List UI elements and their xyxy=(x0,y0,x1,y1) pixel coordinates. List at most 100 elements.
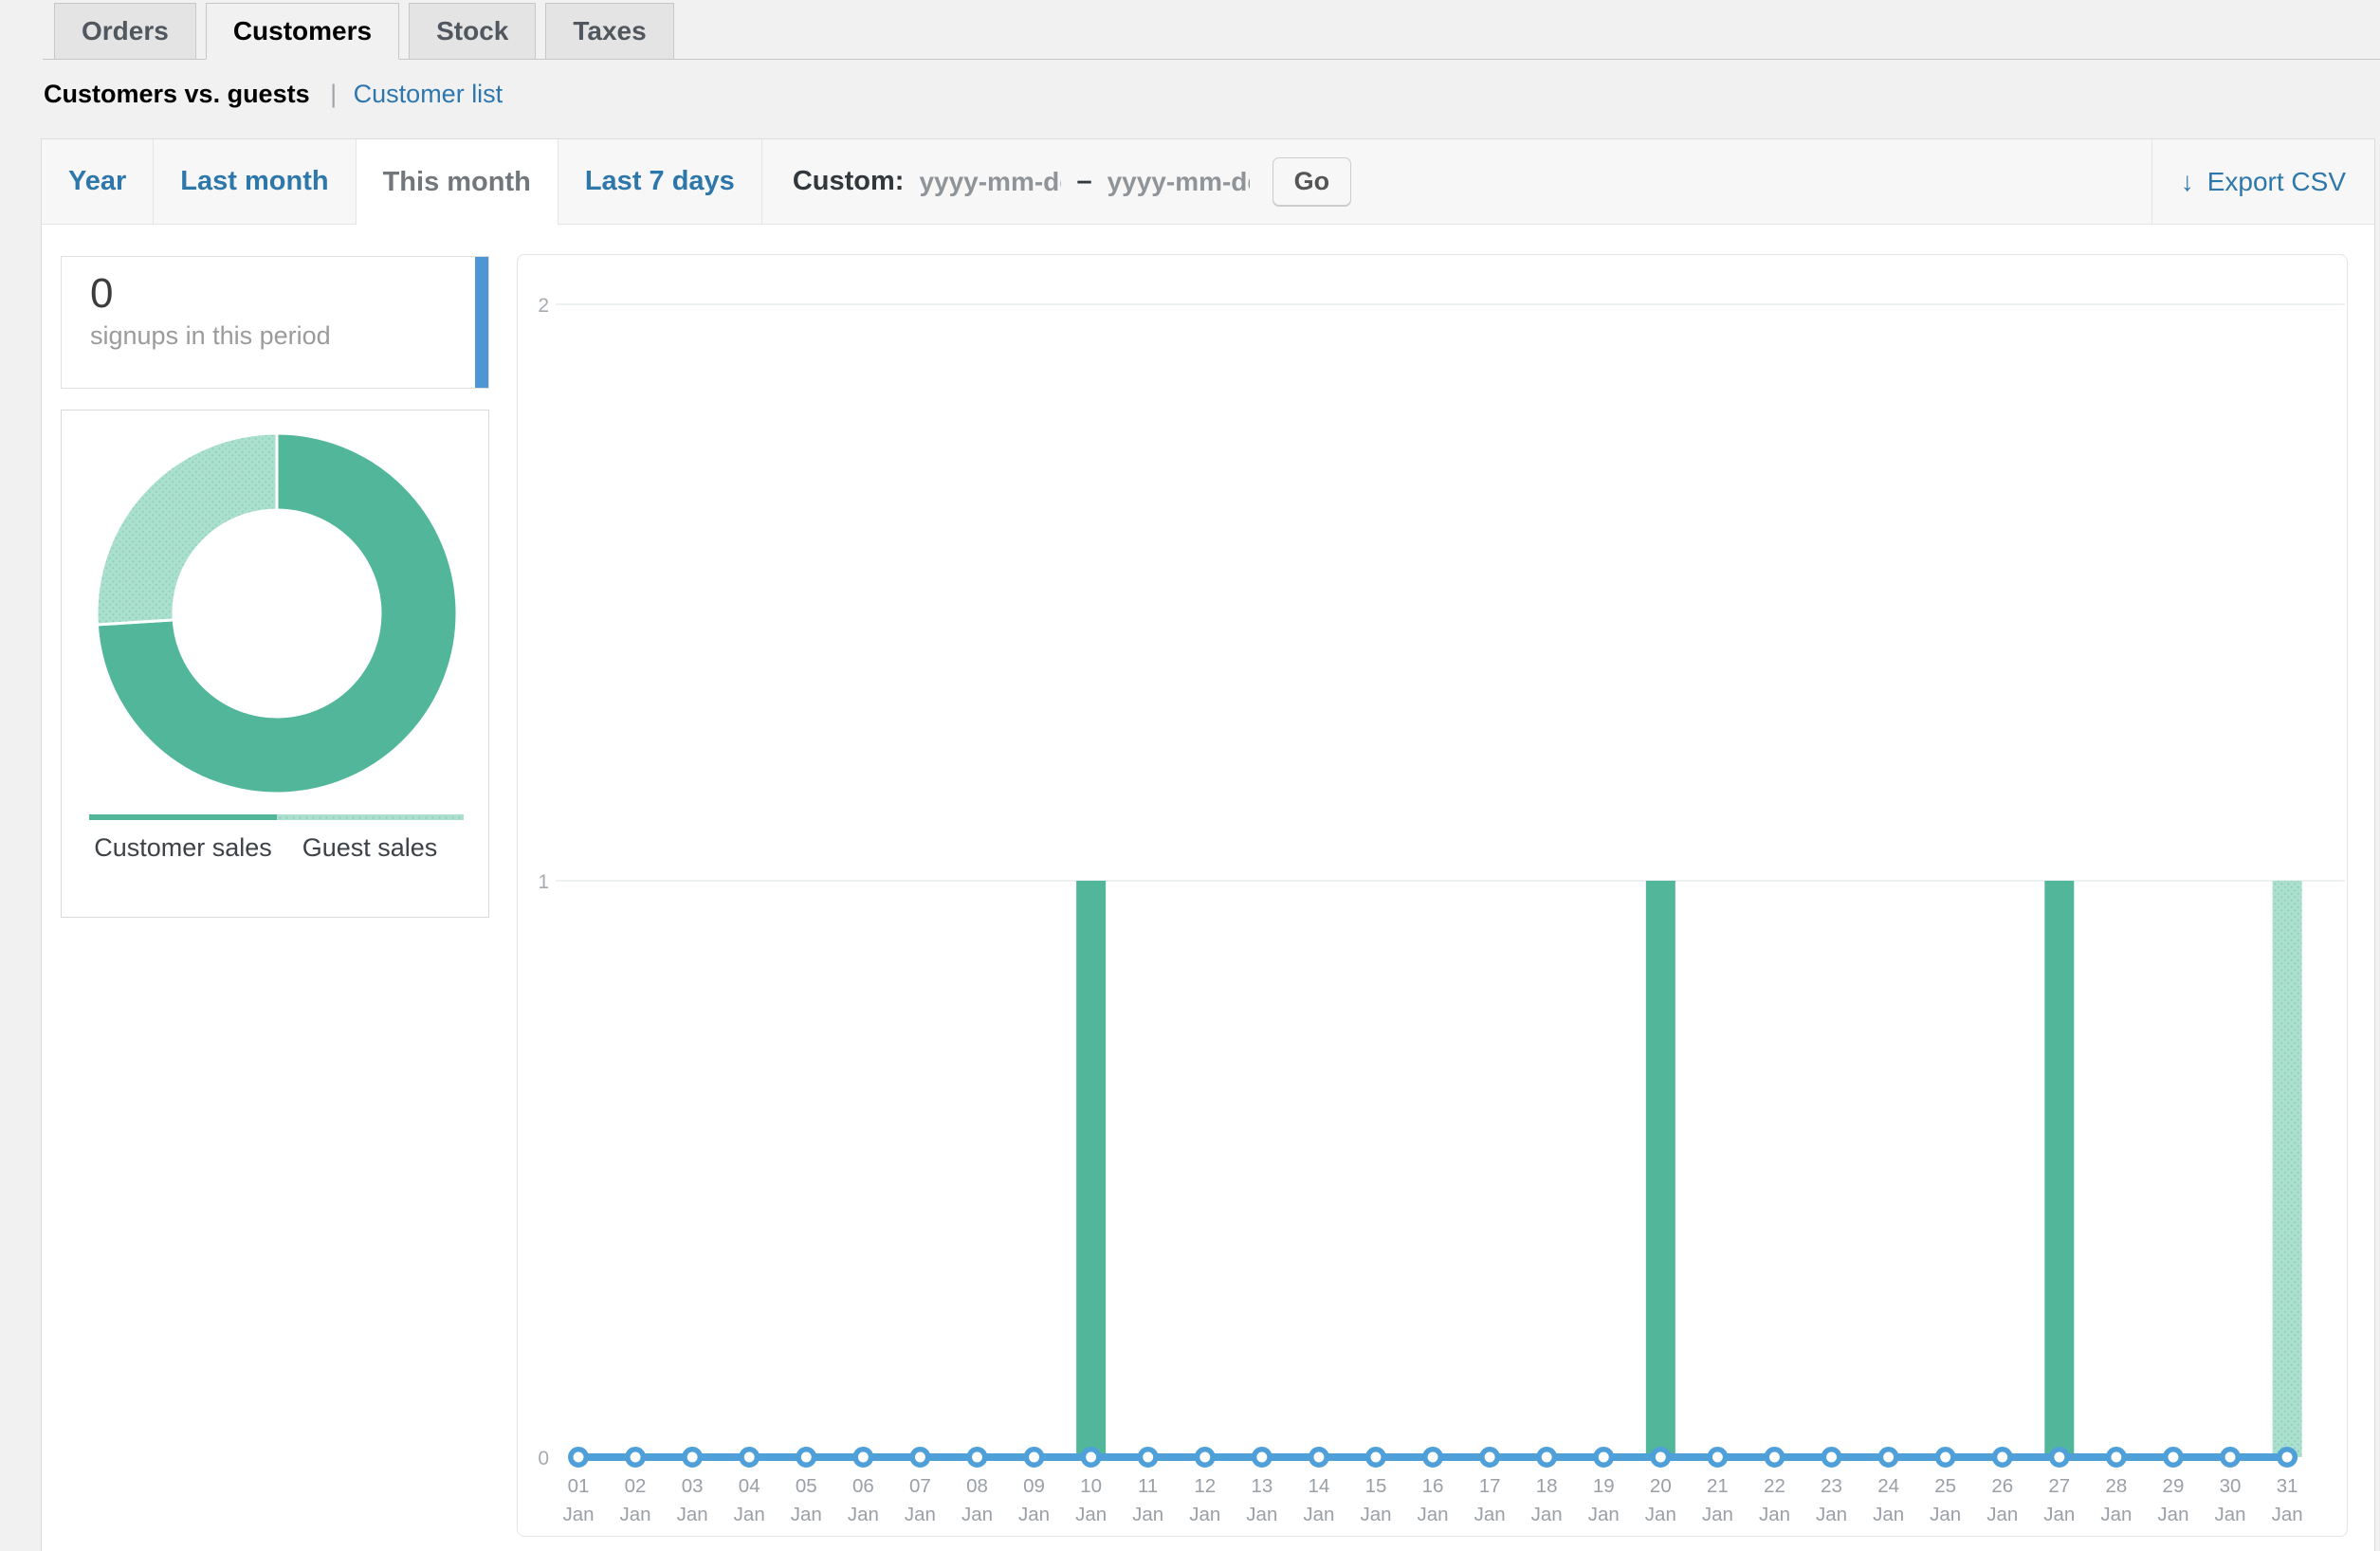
svg-text:Jan: Jan xyxy=(1303,1504,1334,1525)
donut-chart xyxy=(62,411,490,809)
go-button[interactable]: Go xyxy=(1272,157,1352,206)
signups-count: 0 xyxy=(90,270,488,318)
svg-text:20: 20 xyxy=(1650,1475,1672,1497)
svg-text:12: 12 xyxy=(1194,1475,1216,1497)
svg-text:21: 21 xyxy=(1707,1475,1729,1497)
signups-label: signups in this period xyxy=(90,321,488,351)
tab-taxes[interactable]: Taxes xyxy=(545,3,673,60)
svg-text:Jan: Jan xyxy=(905,1504,936,1525)
svg-text:06: 06 xyxy=(852,1475,874,1497)
main-chart-box: 0 12 01 Jan 02 Jan 03 Jan 04 Jan 05 Jan 06 Jan 07 Jan 08… xyxy=(517,254,2348,1537)
svg-text:Jan: Jan xyxy=(1132,1504,1163,1525)
range-year[interactable]: Year xyxy=(42,139,154,224)
svg-text:01: 01 xyxy=(568,1475,590,1497)
svg-text:27: 27 xyxy=(2048,1475,2070,1497)
subnav-current-report: Customers vs. guests xyxy=(44,80,310,108)
export-csv-label: Export CSV xyxy=(2207,167,2346,197)
svg-text:Jan: Jan xyxy=(1873,1504,1904,1525)
svg-text:Jan: Jan xyxy=(562,1504,594,1525)
svg-text:Jan: Jan xyxy=(1474,1504,1506,1525)
guest-sales-legend-label: Guest sales xyxy=(302,833,438,863)
svg-text:15: 15 xyxy=(1365,1475,1387,1497)
subnav-separator: | xyxy=(330,80,337,108)
export-csv-link[interactable]: ↓ Export CSV xyxy=(2151,139,2374,224)
svg-text:Jan: Jan xyxy=(1645,1504,1676,1525)
svg-text:30: 30 xyxy=(2220,1475,2242,1497)
tab-customers[interactable]: Customers xyxy=(206,3,399,60)
svg-text:Jan: Jan xyxy=(1360,1504,1391,1525)
custom-date-start-input[interactable] xyxy=(919,167,1061,197)
svg-text:23: 23 xyxy=(1821,1475,1842,1497)
svg-text:Jan: Jan xyxy=(1189,1504,1220,1525)
customer-vs-guest-donut-box: Customer sales Guest sales xyxy=(61,410,489,918)
svg-text:Jan: Jan xyxy=(961,1504,993,1525)
svg-text:Jan: Jan xyxy=(1246,1504,1277,1525)
svg-text:Jan: Jan xyxy=(1018,1504,1050,1525)
custom-range-label: Custom: xyxy=(793,166,905,197)
svg-text:Jan: Jan xyxy=(620,1504,651,1525)
svg-text:05: 05 xyxy=(796,1475,817,1497)
report-subnav: Customers vs. guests | Customer list xyxy=(44,80,503,109)
report-content: 0 signups in this period Customer sales … xyxy=(42,225,2374,1551)
range-bar-spacer xyxy=(1382,139,2151,224)
customer-sales-legend-swatch xyxy=(89,814,277,820)
signups-stat-box: 0 signups in this period xyxy=(61,256,489,389)
svg-text:Jan: Jan xyxy=(1816,1504,1847,1525)
svg-text:Jan: Jan xyxy=(2272,1504,2303,1525)
svg-text:28: 28 xyxy=(2105,1475,2127,1497)
customer-sales-legend-label: Customer sales xyxy=(94,833,272,863)
svg-text:Jan: Jan xyxy=(1759,1504,1790,1525)
svg-text:Jan: Jan xyxy=(791,1504,822,1525)
tab-orders[interactable]: Orders xyxy=(54,3,196,60)
svg-text:22: 22 xyxy=(1764,1475,1785,1497)
svg-text:03: 03 xyxy=(682,1475,704,1497)
svg-text:02: 02 xyxy=(625,1475,647,1497)
range-last-7-days[interactable]: Last 7 days xyxy=(558,139,762,224)
svg-text:09: 09 xyxy=(1023,1475,1045,1497)
svg-text:13: 13 xyxy=(1251,1475,1272,1497)
date-range-bar: Year Last month This month Last 7 days C… xyxy=(42,139,2374,225)
svg-text:19: 19 xyxy=(1593,1475,1615,1497)
svg-text:Jan: Jan xyxy=(1075,1504,1107,1525)
custom-range-section: Custom: – Go xyxy=(762,139,1382,224)
range-last-month[interactable]: Last month xyxy=(154,139,356,224)
svg-text:11: 11 xyxy=(1138,1475,1158,1497)
svg-text:18: 18 xyxy=(1536,1475,1558,1497)
svg-text:Jan: Jan xyxy=(2157,1504,2188,1525)
svg-text:Jan: Jan xyxy=(1986,1504,2018,1525)
svg-text:14: 14 xyxy=(1309,1475,1330,1497)
svg-text:Jan: Jan xyxy=(848,1504,879,1525)
svg-text:Jan: Jan xyxy=(2214,1504,2245,1525)
svg-text:08: 08 xyxy=(966,1475,988,1497)
range-this-month[interactable]: This month xyxy=(357,139,558,225)
svg-text:04: 04 xyxy=(739,1475,760,1497)
svg-text:Jan: Jan xyxy=(734,1504,765,1525)
guest-sales-legend-swatch xyxy=(277,814,465,820)
svg-text:Jan: Jan xyxy=(1588,1504,1620,1525)
svg-text:26: 26 xyxy=(1991,1475,2013,1497)
svg-text:0: 0 xyxy=(538,1448,549,1469)
svg-text:25: 25 xyxy=(1934,1475,1956,1497)
svg-text:2: 2 xyxy=(538,295,549,317)
svg-text:07: 07 xyxy=(909,1475,931,1497)
svg-text:Jan: Jan xyxy=(677,1504,708,1525)
svg-text:16: 16 xyxy=(1422,1475,1444,1497)
svg-text:Jan: Jan xyxy=(1531,1504,1563,1525)
svg-text:Jan: Jan xyxy=(2100,1504,2132,1525)
custom-date-end-input[interactable] xyxy=(1108,167,1250,197)
reports-page: Orders Customers Stock Taxes Customers v… xyxy=(0,0,2380,1551)
svg-text:31: 31 xyxy=(2277,1475,2298,1497)
tab-stock[interactable]: Stock xyxy=(409,3,536,60)
svg-text:Jan: Jan xyxy=(1702,1504,1733,1525)
svg-text:Jan: Jan xyxy=(2043,1504,2075,1525)
date-range-dash: – xyxy=(1076,166,1091,197)
svg-text:17: 17 xyxy=(1479,1475,1501,1497)
download-icon: ↓ xyxy=(2181,167,2194,197)
svg-text:24: 24 xyxy=(1877,1475,1899,1497)
svg-text:10: 10 xyxy=(1080,1475,1102,1497)
svg-text:Jan: Jan xyxy=(1418,1504,1449,1525)
svg-text:Jan: Jan xyxy=(1930,1504,1961,1525)
svg-text:29: 29 xyxy=(2163,1475,2185,1497)
report-tabs: Orders Customers Stock Taxes xyxy=(43,0,2380,60)
customer-list-link[interactable]: Customer list xyxy=(354,80,503,108)
